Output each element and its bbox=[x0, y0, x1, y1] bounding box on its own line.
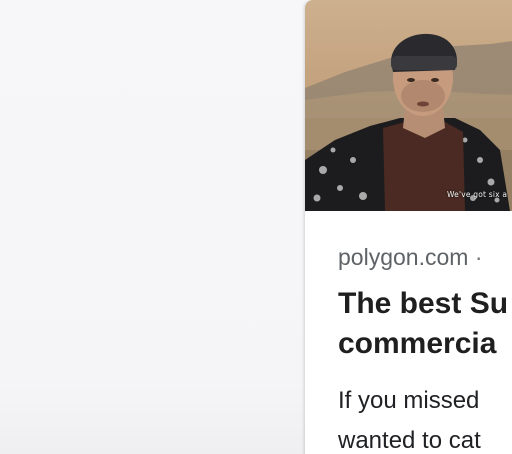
news-article-card[interactable]: We've got six a polygon.com · The best S… bbox=[305, 0, 512, 454]
article-thumbnail[interactable]: We've got six a bbox=[305, 0, 512, 211]
article-snippet-line-1: If you missed bbox=[338, 387, 480, 414]
video-caption-overlay: We've got six a bbox=[447, 190, 508, 199]
article-title-line-2: commercia bbox=[338, 327, 497, 360]
article-source[interactable]: polygon.com bbox=[338, 244, 468, 270]
source-separator: · bbox=[474, 244, 483, 270]
page: We've got six a polygon.com · The best S… bbox=[0, 0, 512, 454]
article-title[interactable]: The best Su commercia bbox=[338, 284, 512, 364]
article-snippet-line-2: wanted to cat bbox=[338, 427, 481, 454]
article-snippet: If you missed wanted to cat bbox=[338, 381, 512, 454]
article-title-line-1: The best Su bbox=[338, 287, 509, 320]
article-source-line: polygon.com · bbox=[338, 244, 482, 271]
thumbnail-image-icon bbox=[305, 33, 512, 211]
